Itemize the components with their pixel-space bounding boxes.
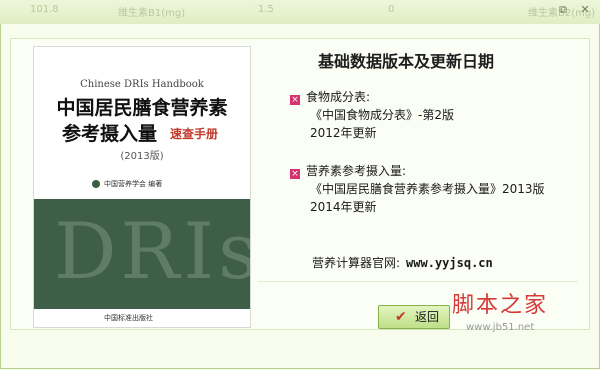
check-icon: ✔ [395, 309, 407, 325]
back-button[interactable]: ✔ 返回 [378, 305, 450, 329]
bullet-icon: × [290, 95, 300, 105]
page-title: 基础数据版本及更新日期 [318, 52, 495, 71]
dri-label: 营养素参考摄入量: [306, 164, 407, 178]
cover-society: 中国营养学会 编著 [92, 179, 162, 189]
food-table-info: × 食物成分表: 《中国食物成分表》-第2版 2012年更新 [290, 88, 454, 142]
food-source: 《中国食物成分表》-第2版 [310, 108, 454, 122]
cover-band-text: DRIs [54, 207, 251, 297]
official-site: 营养计算器官网: www.yyjsq.cn [312, 254, 493, 271]
restore-icon[interactable]: ⧉ [556, 3, 570, 17]
title-bar: 101.8 维生素B1(mg) 1.5 0 维生素B2(mg) ⧉ ✕ [0, 0, 600, 25]
cover-english-title: Chinese DRIs Handbook [80, 79, 204, 90]
cover-band: DRIs [34, 199, 250, 309]
book-cover-image: Chinese DRIs Handbook 中国居民膳食营养素 参考摄入量 速查… [33, 46, 251, 328]
cover-subtitle: 速查手册 [170, 127, 219, 141]
dri-info: × 营养素参考摄入量: 《中国居民膳食营养素参考摄入量》2013版 2014年更新 [290, 162, 545, 216]
site-link[interactable]: www.yyjsq.cn [406, 256, 493, 270]
header-cell: 维生素B1(mg) [118, 8, 186, 19]
header-cell: 1.5 [258, 4, 274, 15]
back-button-label: 返回 [415, 310, 440, 324]
header-cell: 0 [388, 4, 395, 15]
cover-publisher: 中国标准出版社 [104, 314, 153, 322]
dri-source: 《中国居民膳食营养素参考摄入量》2013版 [310, 182, 545, 196]
cover-edition: (2013版) [120, 151, 164, 162]
cover-title-line1: 中国居民膳食营养素 [56, 97, 228, 119]
watermark-logo: 脚本之家 [452, 293, 549, 318]
divider [258, 281, 578, 282]
close-icon[interactable]: ✕ [578, 3, 592, 17]
bullet-icon: × [290, 169, 300, 179]
watermark-url: www.jb51.net [466, 322, 535, 333]
food-label: 食物成分表: [306, 90, 371, 104]
header-cell: 101.8 [30, 4, 59, 15]
society-logo-icon [92, 180, 100, 188]
site-label: 营养计算器官网: [312, 256, 401, 270]
cover-title-line2: 参考摄入量 [62, 123, 158, 145]
food-updated: 2012年更新 [310, 126, 377, 140]
dri-updated: 2014年更新 [310, 200, 377, 214]
